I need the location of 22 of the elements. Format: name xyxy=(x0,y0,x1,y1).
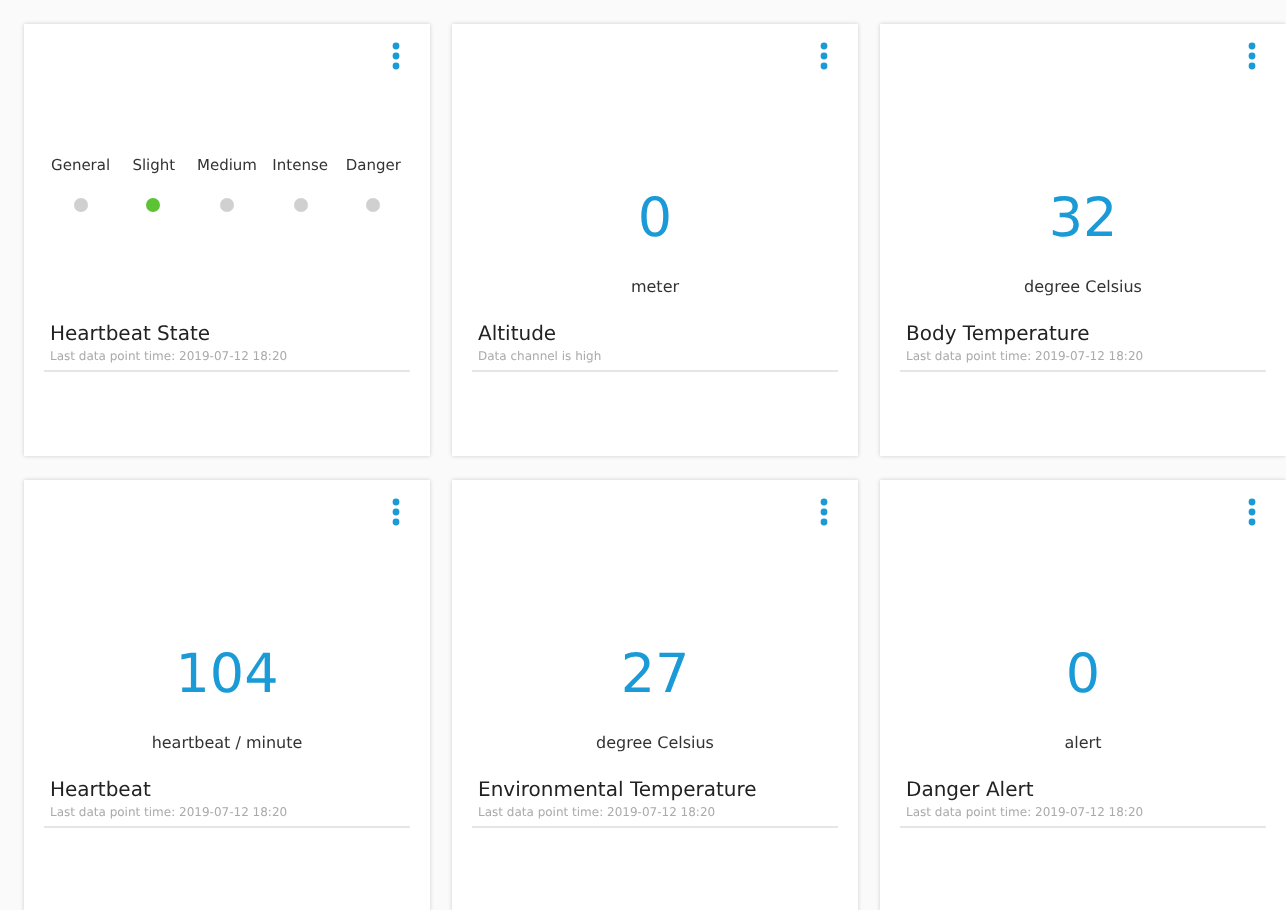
unit-label: heartbeat / minute xyxy=(151,734,303,752)
unit-label: degree Celsius xyxy=(596,734,714,752)
reading-value: 0 xyxy=(1065,648,1101,702)
reading-value: 27 xyxy=(620,648,690,702)
unit-label: alert xyxy=(1064,734,1102,752)
more-icon[interactable] xyxy=(1248,42,1256,70)
unit-label: degree Celsius xyxy=(1024,278,1142,296)
more-icon[interactable] xyxy=(392,42,400,70)
more-icon[interactable] xyxy=(820,498,828,526)
card-title: Heartbeat xyxy=(50,780,153,802)
unit-label: meter xyxy=(630,278,680,296)
more-icon[interactable] xyxy=(392,498,400,526)
card-title: Altitude xyxy=(478,324,559,346)
reading-value: 32 xyxy=(1048,192,1118,246)
card-title: Body Temperature xyxy=(906,324,1092,346)
card-title: Heartbeat State xyxy=(50,324,213,346)
card-title: Environmental Temperature xyxy=(478,780,759,802)
reading-value: 104 xyxy=(175,648,279,702)
more-icon[interactable] xyxy=(1248,498,1256,526)
card-title: Danger Alert xyxy=(906,780,1036,802)
more-icon[interactable] xyxy=(820,42,828,70)
reading-value: 0 xyxy=(637,192,673,246)
